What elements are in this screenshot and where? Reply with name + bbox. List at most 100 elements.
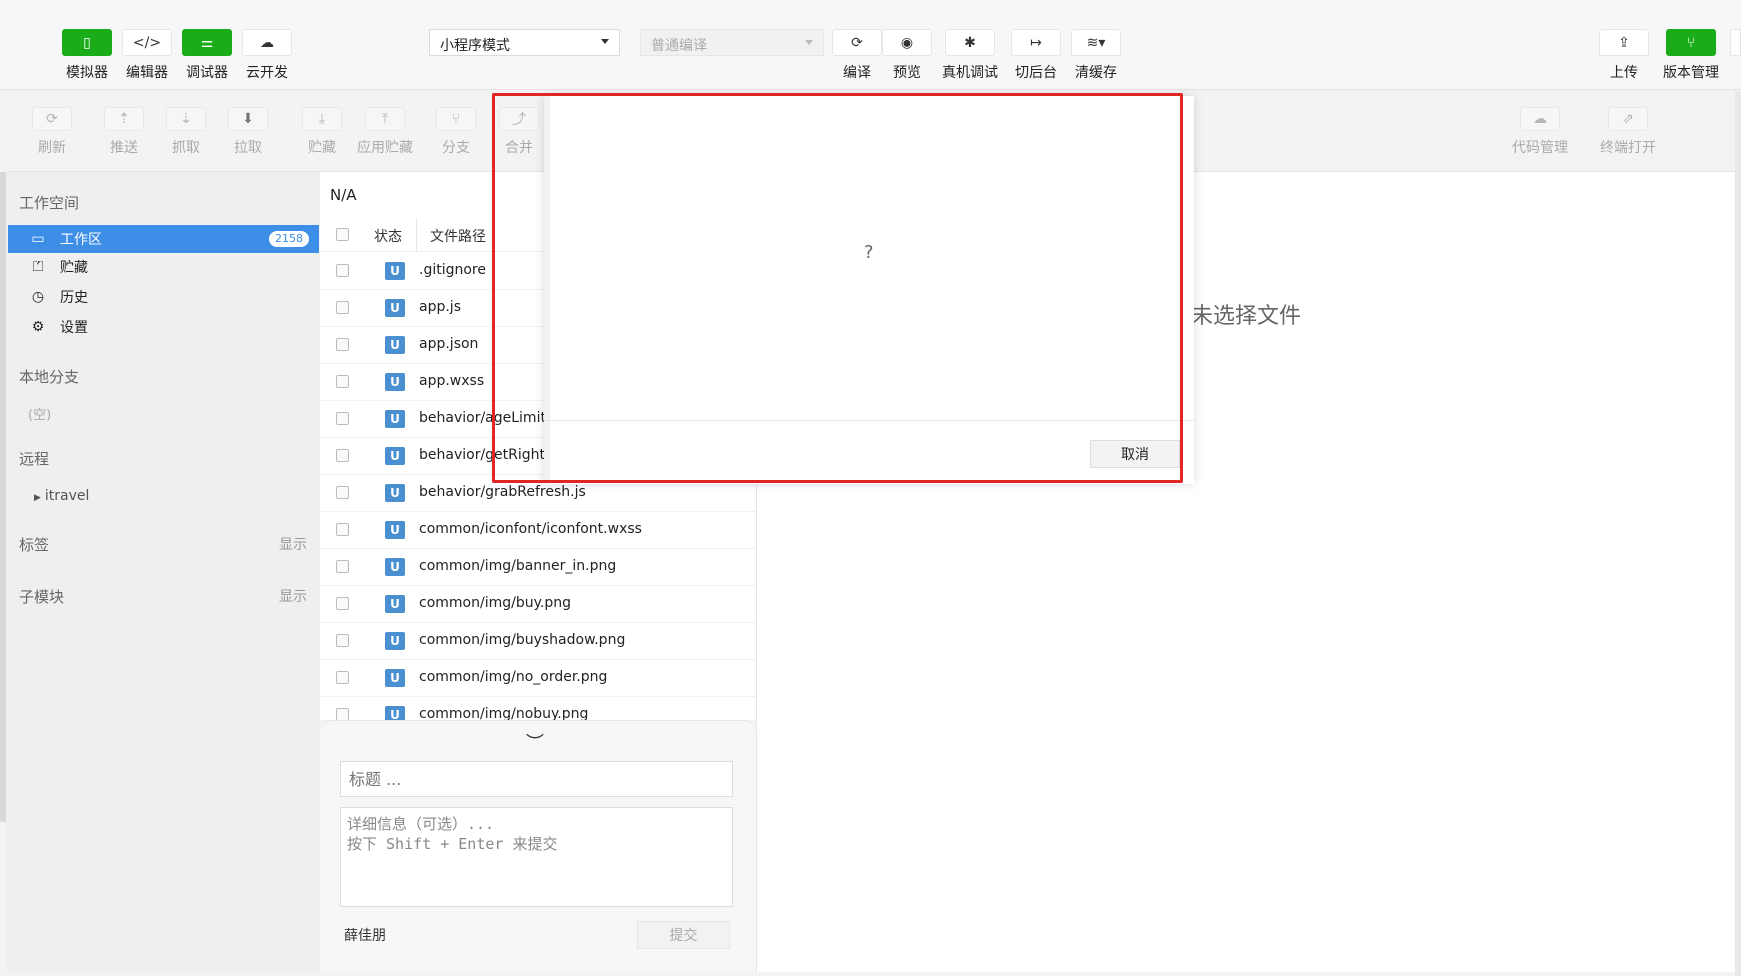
count-badge: 2158	[269, 231, 309, 247]
untracked-badge: U	[385, 410, 405, 428]
remote-debug-label: 真机调试	[942, 65, 998, 81]
tags-show-link[interactable]: 显示	[279, 534, 307, 554]
sidebar: 工作空间 ▭ 工作区 2158 ⏍ 贮藏 ◷ 历史 ⚙ 设置 本地分支 (空) …	[6, 172, 319, 972]
file-checkbox[interactable]	[336, 671, 349, 684]
file-path: app.wxss	[419, 373, 485, 389]
upload-button[interactable]: ⇪ 上传	[1599, 29, 1649, 82]
git-apply-stash-button[interactable]: ⤒ 应用贮藏	[353, 107, 417, 157]
submit-button[interactable]: 提交	[637, 921, 730, 949]
untracked-badge: U	[385, 484, 405, 502]
git-refresh-label: 刷新	[38, 140, 66, 156]
top-toolbar: ▯ 模拟器 </> 编辑器 ⚌ 调试器 ☁ 云开发 小程序模式 普通编译 ⟳ 编…	[0, 0, 1741, 90]
file-row[interactable]: U common/iconfont/iconfont.wxss	[320, 512, 756, 549]
file-row[interactable]: U common/img/banner_in.png	[320, 549, 756, 586]
select-all-checkbox[interactable]	[336, 228, 349, 241]
sidebar-item-label: 贮藏	[60, 260, 88, 276]
dialog-left-border	[544, 96, 550, 484]
file-checkbox[interactable]	[336, 375, 349, 388]
confirm-dialog: ? 取消	[544, 96, 1194, 484]
file-checkbox[interactable]	[336, 560, 349, 573]
git-stash-button[interactable]: ⤓ 贮藏	[290, 107, 354, 157]
file-checkbox[interactable]	[336, 523, 349, 536]
remote-item[interactable]: ▶ itravel	[34, 488, 89, 504]
sidebar-item-workspace[interactable]: ▭ 工作区 2158	[8, 225, 319, 253]
file-checkbox[interactable]	[336, 264, 349, 277]
compile-select[interactable]: 普通编译	[640, 29, 824, 56]
untracked-badge: U	[385, 706, 405, 720]
tags-title: 标签	[19, 536, 50, 554]
path-column-header: 文件路径	[430, 229, 486, 245]
version-manage-label: 版本管理	[1663, 65, 1719, 81]
terminal-open-button[interactable]: ⇗ 终端打开	[1596, 107, 1660, 157]
file-checkbox[interactable]	[336, 449, 349, 462]
file-row[interactable]: U common/img/no_order.png	[320, 660, 756, 697]
push-icon: ⇡	[104, 107, 144, 131]
git-merge-label: 合并	[505, 140, 533, 156]
file-path: common/img/buyshadow.png	[419, 632, 626, 648]
file-path: common/iconfont/iconfont.wxss	[419, 521, 642, 537]
branch-icon: ⑂	[436, 107, 476, 131]
code-manage-button[interactable]: ☁ 代码管理	[1508, 107, 1572, 157]
git-merge-button[interactable]: ⤴ 合并	[487, 107, 551, 157]
sidebar-item-history[interactable]: ◷ 历史	[8, 283, 319, 311]
clear-cache-label: 清缓存	[1075, 65, 1117, 81]
dialog-divider	[544, 420, 1194, 421]
remote-debug-button[interactable]: ✱ 真机调试	[942, 29, 998, 82]
clear-cache-button[interactable]: ≋▾ 清缓存	[1071, 29, 1121, 82]
background-label: 切后台	[1015, 65, 1057, 81]
git-refresh-button[interactable]: ⟳ 刷新	[20, 107, 84, 157]
code-manage-label: 代码管理	[1512, 140, 1568, 156]
mode-select[interactable]: 小程序模式	[429, 29, 620, 56]
cancel-button[interactable]: 取消	[1090, 440, 1180, 468]
preview-button[interactable]: ◉ 预览	[882, 29, 932, 82]
sidebar-item-settings[interactable]: ⚙ 设置	[8, 313, 319, 341]
git-branch-button[interactable]: ⑂ 分支	[424, 107, 488, 157]
file-path: app.js	[419, 299, 461, 315]
git-fetch-button[interactable]: ⇣ 抓取	[154, 107, 218, 157]
stash-icon: ⏍	[32, 259, 44, 275]
commit-detail-input[interactable]: 详细信息（可选）... 按下 Shift + Enter 来提交	[340, 807, 733, 907]
column-divider	[416, 218, 417, 252]
file-row[interactable]: U common/img/buyshadow.png	[320, 623, 756, 660]
chevron-down-icon[interactable]: ︶	[520, 729, 550, 754]
file-checkbox[interactable]	[336, 708, 349, 720]
git-pull-button[interactable]: ⬇ 拉取	[216, 107, 280, 157]
file-checkbox[interactable]	[336, 597, 349, 610]
compile-button[interactable]: ⟳ 编译	[832, 29, 882, 82]
simulator-button[interactable]: ▯ 模拟器	[62, 29, 112, 82]
file-checkbox[interactable]	[336, 338, 349, 351]
no-file-message: 未选择文件	[1191, 304, 1302, 329]
git-branch-label: 分支	[442, 140, 470, 156]
terminal-open-label: 终端打开	[1600, 140, 1656, 156]
git-pull-label: 拉取	[234, 140, 262, 156]
file-checkbox[interactable]	[336, 634, 349, 647]
untracked-badge: U	[385, 262, 405, 280]
file-row[interactable]: U common/img/nobuy.png	[320, 697, 756, 720]
commit-title-input[interactable]	[340, 761, 733, 797]
layers-icon: ≋▾	[1071, 29, 1121, 56]
overflow-button[interactable]	[1730, 29, 1741, 56]
sidebar-item-stash[interactable]: ⏍ 贮藏	[8, 253, 319, 281]
folder-icon: ▭	[31, 231, 45, 247]
submodule-show-link[interactable]: 显示	[279, 586, 307, 606]
sliders-icon: ⚌	[182, 29, 232, 56]
file-path: behavior/getRights	[419, 447, 553, 463]
debugger-button[interactable]: ⚌ 调试器	[182, 29, 232, 82]
git-push-button[interactable]: ⇡ 推送	[92, 107, 156, 157]
version-manage-button[interactable]: ⑂ 版本管理	[1663, 29, 1719, 82]
git-apply-stash-label: 应用贮藏	[357, 140, 413, 156]
file-checkbox[interactable]	[336, 301, 349, 314]
file-row[interactable]: U common/img/buy.png	[320, 586, 756, 623]
file-checkbox[interactable]	[336, 412, 349, 425]
file-path: .gitignore	[419, 262, 486, 278]
chevron-down-icon	[805, 40, 813, 45]
cloud-dev-button[interactable]: ☁ 云开发	[242, 29, 292, 82]
background-button[interactable]: ↦ 切后台	[1011, 29, 1061, 82]
untracked-badge: U	[385, 669, 405, 687]
branch-icon: ⑂	[1666, 29, 1716, 56]
simulator-label: 模拟器	[66, 65, 108, 81]
refresh-icon: ⟳	[832, 29, 882, 56]
remote-title: 远程	[19, 450, 50, 468]
file-checkbox[interactable]	[336, 486, 349, 499]
editor-button[interactable]: </> 编辑器	[122, 29, 172, 82]
